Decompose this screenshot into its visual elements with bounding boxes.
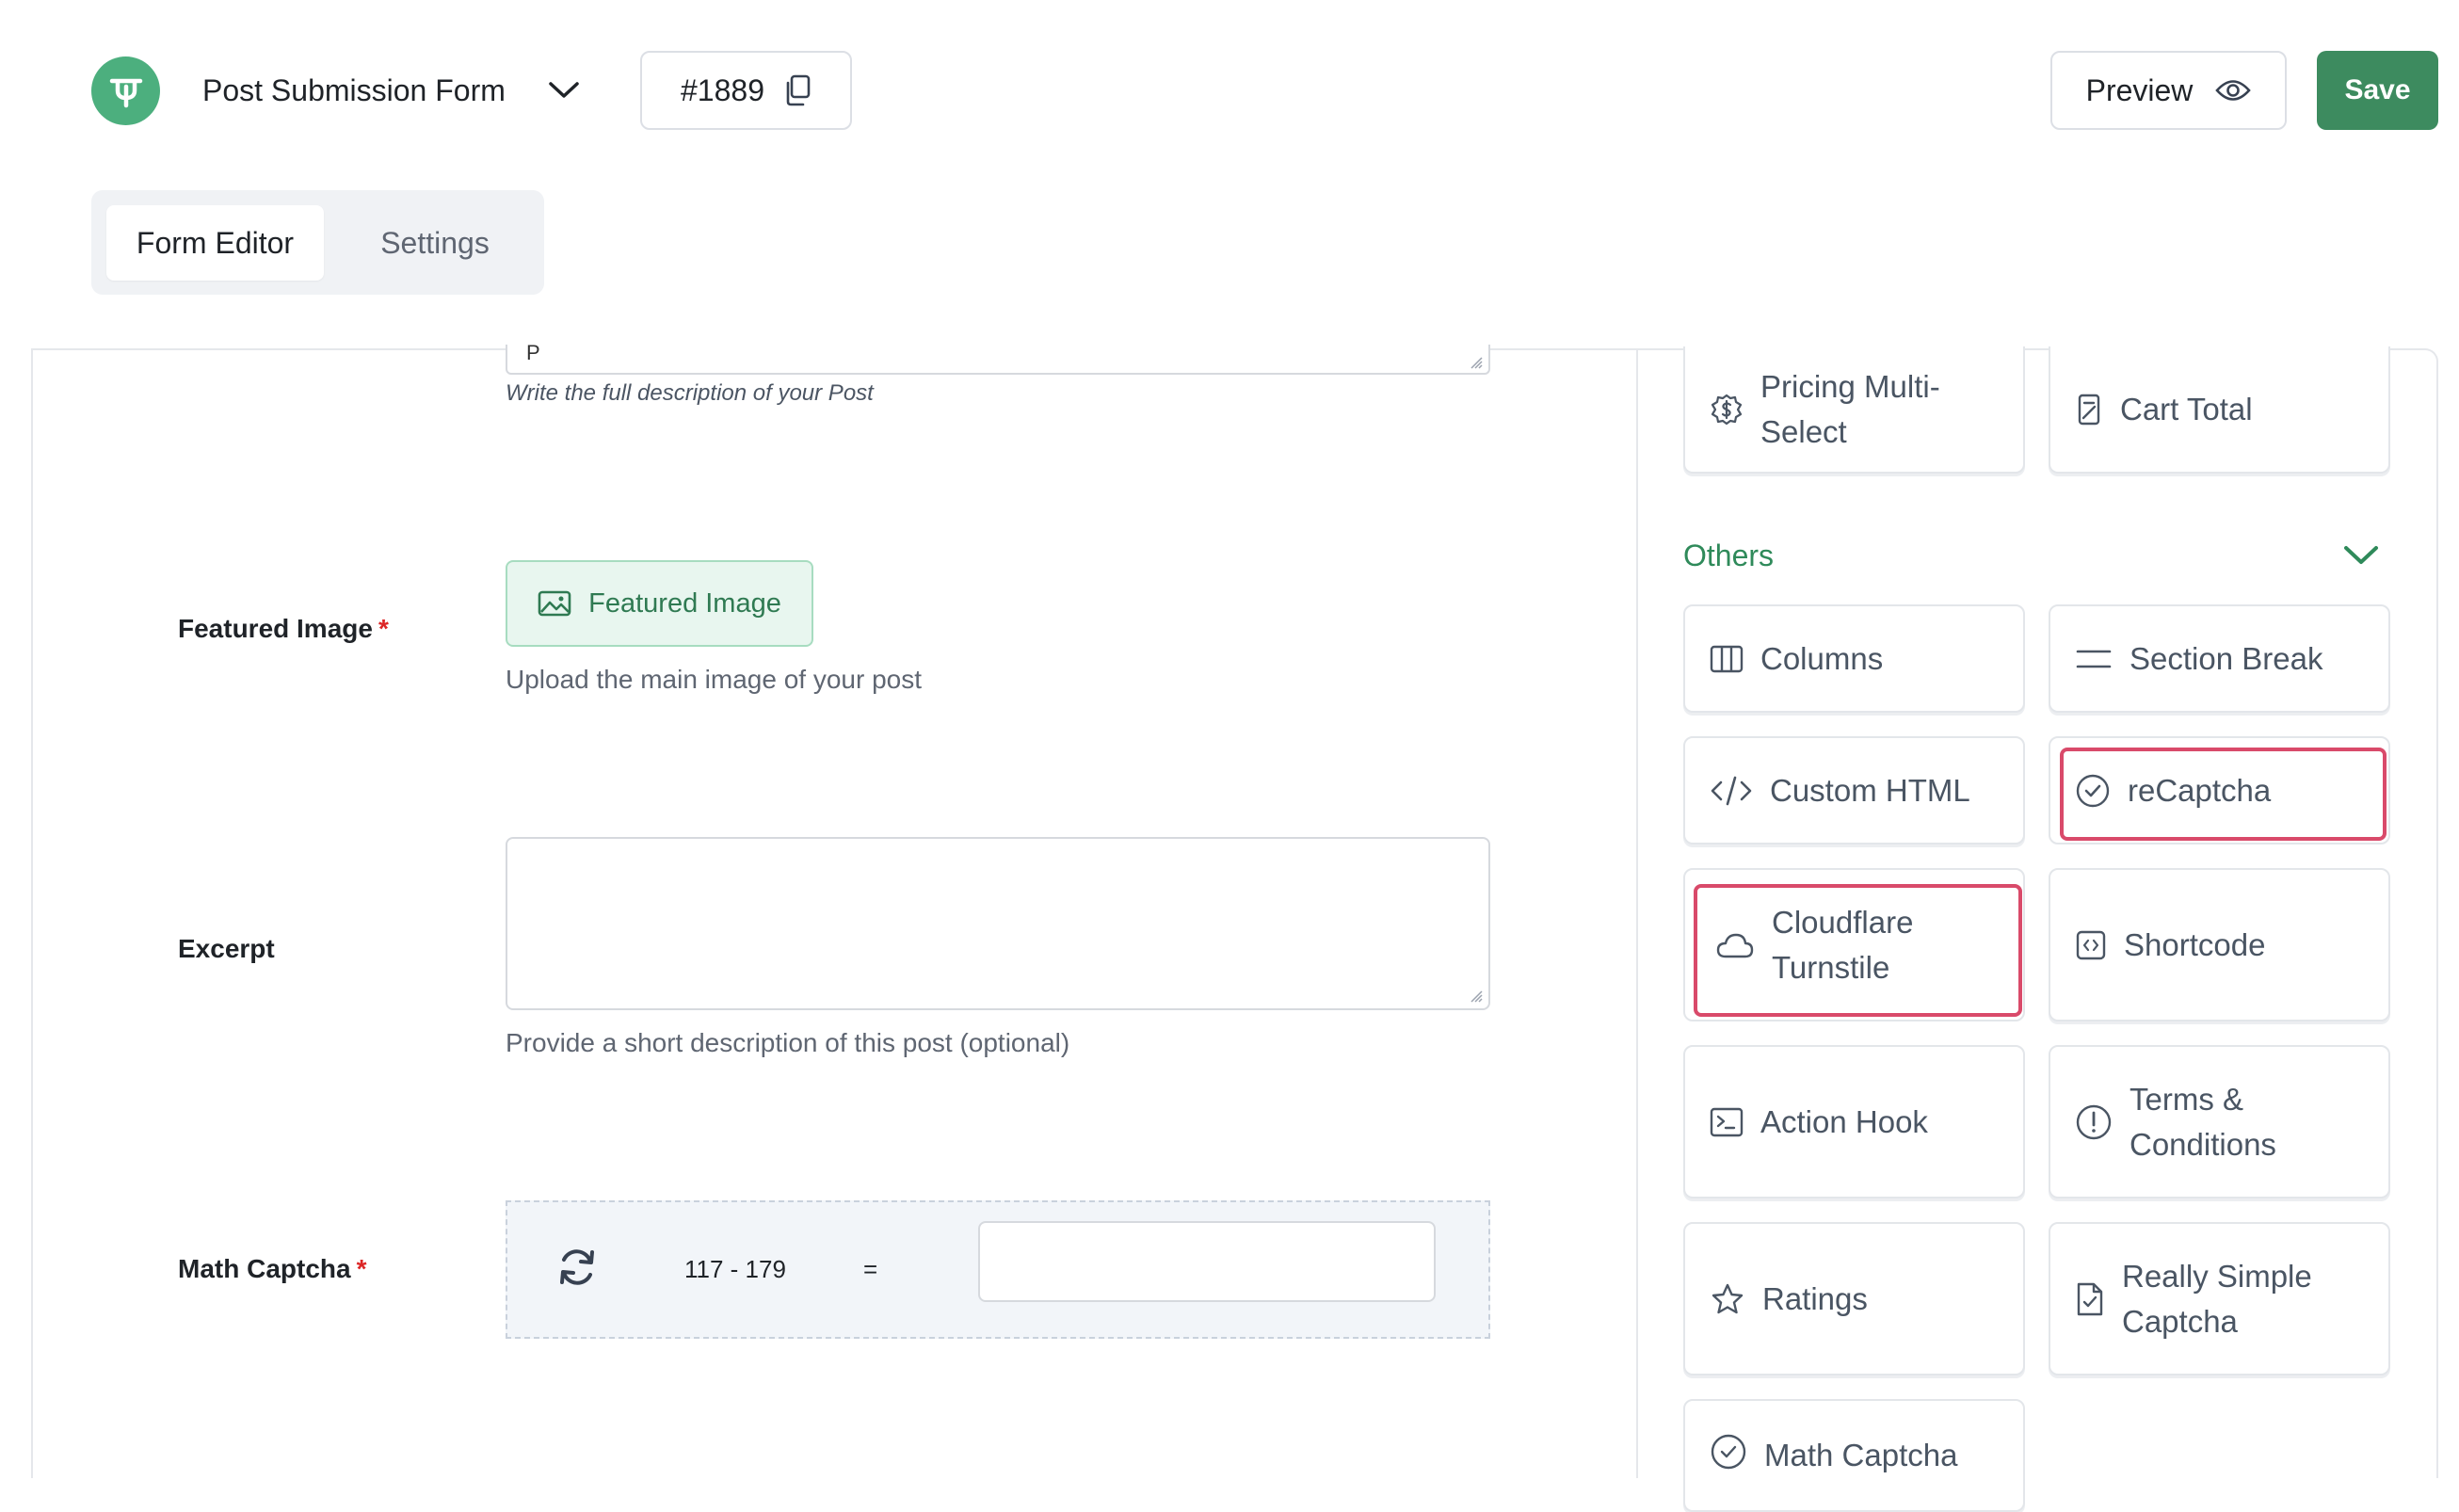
description-textarea[interactable]: P [506,341,1490,375]
tab-form-editor[interactable]: Form Editor [106,205,324,281]
form-id: #1889 [681,72,764,107]
description-value: P [526,341,540,364]
field-label: Ratings [1762,1280,1868,1316]
required-mark: * [378,614,389,643]
field-label: Really Simple Captcha [2122,1258,2312,1339]
terminal-icon [1710,1107,1744,1137]
field-label: Action Hook [1760,1103,1928,1139]
check-badge-icon [2075,773,2111,809]
field-recaptcha[interactable]: reCaptcha [2049,736,2390,844]
math-captcha-icon [1710,1433,1747,1471]
preview-label: Preview [2085,72,2194,107]
resize-grip-icon[interactable] [1468,988,1483,1003]
excerpt-help: Provide a short description of this post… [506,1028,1070,1057]
field-columns[interactable]: Columns [1683,604,2025,713]
resize-grip-icon[interactable] [1468,354,1483,369]
preview-button[interactable]: Preview [2050,51,2287,130]
field-action-hook[interactable]: Action Hook [1683,1045,2025,1198]
cloud-icon [1710,930,1755,960]
captcha-equals: = [863,1255,878,1283]
excerpt-label: Excerpt [178,934,275,963]
field-cloudflare-turnstile[interactable]: Cloudflare Turnstile [1683,868,2025,1021]
field-label: Cloudflare Turnstile [1772,904,1914,985]
document-check-icon [2075,1281,2105,1317]
field-shortcode[interactable]: Shortcode [2049,868,2390,1021]
field-label: Pricing Multi-Select [1760,368,1940,449]
chevron-down-icon[interactable] [544,73,584,107]
featured-image-label-text: Featured Image [178,614,373,643]
field-label: Math Captcha [1764,1438,1958,1472]
form-id-badge[interactable]: #1889 [640,51,852,130]
code-icon [1710,775,1753,807]
featured-image-help: Upload the main image of your post [506,665,923,694]
refresh-icon[interactable] [554,1245,600,1290]
editor-tabs: Form Editor Settings [91,190,544,295]
captcha-question: 117 - 179 [684,1255,786,1283]
dollar-circle-icon [1710,393,1744,426]
math-captcha-label-text: Math Captcha [178,1254,351,1283]
app-logo[interactable] [91,56,160,125]
others-section-title[interactable]: Others [1683,539,1774,573]
featured-image-upload-button[interactable]: Featured Image [506,560,813,647]
required-mark: * [356,1254,367,1283]
field-label: Custom HTML [1770,772,1970,808]
excerpt-textarea[interactable] [506,837,1490,1010]
field-terms-conditions[interactable]: Terms & Conditions [2049,1045,2390,1198]
math-captcha-field: 117 - 179 = [506,1200,1490,1339]
shortcode-icon [2075,929,2107,961]
columns-icon [1710,645,1744,673]
field-section-break[interactable]: Section Break [2049,604,2390,713]
chevron-down-icon[interactable] [2342,544,2380,567]
field-really-simple-captcha[interactable]: Really Simple Captcha [2049,1222,2390,1375]
star-icon [1710,1282,1745,1316]
field-math-captcha[interactable]: Math Captcha [1683,1399,2025,1512]
field-label: Section Break [2130,640,2323,676]
description-help: Write the full description of your Post [506,380,874,406]
field-ratings[interactable]: Ratings [1683,1222,2025,1375]
featured-image-button-label: Featured Image [588,587,781,619]
field-label: Shortcode [2124,926,2266,962]
field-cart-total[interactable]: Cart Total [2049,346,2390,474]
field-pricing-multi-select[interactable]: Pricing Multi-Select [1683,346,2025,474]
copy-icon[interactable] [783,74,812,106]
field-label: reCaptcha [2128,772,2272,808]
captcha-answer-input[interactable] [978,1221,1436,1302]
tab-settings[interactable]: Settings [338,205,532,281]
featured-image-label: Featured Image * [178,614,389,644]
save-button[interactable]: Save [2317,51,2438,130]
field-label: Cart Total [2120,391,2253,426]
eye-icon [2215,80,2252,101]
field-custom-html[interactable]: Custom HTML [1683,736,2025,844]
form-name[interactable]: Post Submission Form [202,68,506,113]
section-break-icon [2075,647,2113,671]
exclamation-circle-icon [2075,1103,2113,1141]
math-captcha-label: Math Captcha * [178,1254,366,1284]
calculator-icon [2075,394,2103,426]
field-label: Terms & Conditions [2130,1081,2276,1162]
logo-icon [109,78,142,107]
image-icon [538,590,571,617]
field-label: Columns [1760,640,1884,676]
